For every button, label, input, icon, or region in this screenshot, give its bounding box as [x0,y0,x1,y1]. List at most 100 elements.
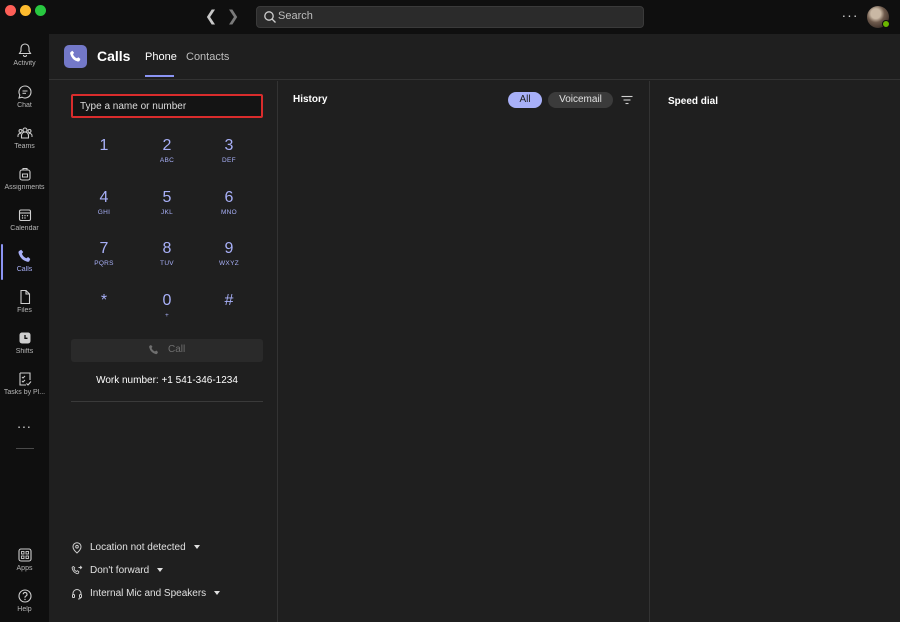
help-icon [17,589,32,603]
dial-key-star[interactable]: * [82,292,126,332]
backpack-icon [18,167,31,181]
rail-item-files[interactable]: Files [0,289,49,329]
dial-key-1[interactable]: 1 [82,137,126,177]
dial-panel: 1 2 ABC 3 DEF 4 GHI 5 JKL 6 MNO 7 PQRS 8 TUV 9 W… [49,81,278,622]
rail-item-calendar[interactable]: Calendar [0,207,49,247]
phone-icon [17,249,30,262]
key-letters: ABC [159,157,175,164]
rail-item-calls[interactable]: Calls [0,248,49,288]
search-placeholder: Search [278,10,313,22]
key-letters: TUV [160,260,174,267]
rail-label: Teams [14,143,35,150]
apps-icon [17,548,32,562]
page-title: Calls [97,48,131,64]
key-digit: 0 [162,292,172,309]
key-digit: 6 [224,189,234,206]
rail-divider [16,448,34,449]
rail-item-tasks[interactable]: Tasks by Pl... [0,371,49,411]
key-letters: PQRS [94,260,114,267]
headset-icon [72,589,82,600]
location-setting[interactable]: Location not detected [71,540,271,558]
rail-label: Chat [17,102,32,109]
filter-icon[interactable] [620,93,634,107]
calls-app-icon [64,45,87,68]
rail-label: Shifts [15,348,34,355]
dial-key-8[interactable]: 8 TUV [145,240,189,280]
clock-icon [19,332,30,344]
tab-contacts[interactable]: Contacts [186,51,229,63]
more-options-icon[interactable]: ··· [840,8,860,26]
calendar-icon [18,209,31,222]
maximize-window-button[interactable] [35,5,46,16]
file-icon [19,289,30,305]
rail-item-help[interactable]: Help [0,588,49,622]
forwarding-label: Don't forward [90,565,150,576]
location-pin-icon [72,542,82,554]
key-letters: GHI [97,209,111,216]
key-digit: 5 [162,189,172,206]
work-number: Work number: +1 541-346-1234 [96,375,238,386]
dial-divider [71,401,263,402]
audio-device-setting[interactable]: Internal Mic and Speakers [71,586,271,604]
more-apps-icon[interactable]: ... [0,416,49,436]
chevron-down-icon [214,591,221,596]
location-label: Location not detected [90,542,186,553]
dial-key-4[interactable]: 4 GHI [82,189,126,229]
phone-icon [70,50,81,62]
dial-key-7[interactable]: 7 PQRS [82,240,126,280]
filter-voicemail-button[interactable]: Voicemail [548,92,613,108]
key-digit: 3 [224,137,234,154]
key-digit: 1 [99,137,109,154]
rail-item-teams[interactable]: Teams [0,125,49,165]
close-window-button[interactable] [5,5,16,16]
rail-label: Files [17,307,32,314]
tasks-icon [18,372,31,386]
call-button-label: Call [168,344,186,355]
dial-key-9[interactable]: 9 WXYZ [207,240,251,280]
rail-label: Calendar [10,225,39,232]
dial-key-3[interactable]: 3 DEF [207,137,251,177]
tab-selected-indicator [145,75,174,77]
rail-item-assignments[interactable]: Assignments [0,166,49,206]
filter-all-button[interactable]: All [508,92,542,108]
forward-arrow-icon[interactable]: ❯ [224,8,242,26]
chevron-down-icon [157,568,164,573]
tab-phone[interactable]: Phone [145,51,177,63]
app-header: Calls Phone Contacts [49,34,900,80]
key-digit: 4 [99,189,109,206]
rail-label: Help [17,606,32,613]
forwarding-setting[interactable]: Don't forward [71,563,271,581]
rail-label: Calls [16,266,33,273]
teams-icon [17,127,32,139]
rail-item-chat[interactable]: Chat [0,84,49,124]
more-apps-label: ... [17,415,32,431]
key-letters: JKL [160,209,174,216]
key-digit: 2 [162,137,172,154]
bell-icon [18,43,31,57]
rail-label: Tasks by Pl... [3,389,46,396]
key-letters: + [164,312,170,319]
app-rail: Activity Chat Teams Assignments Calendar… [0,34,49,622]
dial-key-hash[interactable]: # [207,292,251,332]
call-button[interactable]: Call [71,339,263,362]
minimize-window-button[interactable] [20,5,31,16]
history-panel: History All Voicemail [279,81,650,622]
dial-key-0[interactable]: 0 + [145,292,189,332]
search-icon [264,11,276,23]
search-input[interactable]: Search [256,6,644,28]
dial-key-2[interactable]: 2 ABC [145,137,189,177]
dial-key-6[interactable]: 6 MNO [207,189,251,229]
rail-label: Assignments [4,184,45,191]
dial-key-5[interactable]: 5 JKL [145,189,189,229]
rail-item-shifts[interactable]: Shifts [0,330,49,370]
back-arrow-icon[interactable]: ❮ [202,8,220,26]
speed-dial-title: Speed dial [668,96,719,107]
key-digit: 9 [224,240,234,257]
audio-device-label: Internal Mic and Speakers [90,588,207,599]
rail-item-activity[interactable]: Activity [0,42,49,82]
dial-number-input[interactable] [71,94,263,118]
rail-label: Activity [13,60,36,67]
speed-dial-panel: Speed dial [651,81,900,622]
chat-icon [17,85,32,99]
rail-item-apps[interactable]: Apps [0,547,49,587]
